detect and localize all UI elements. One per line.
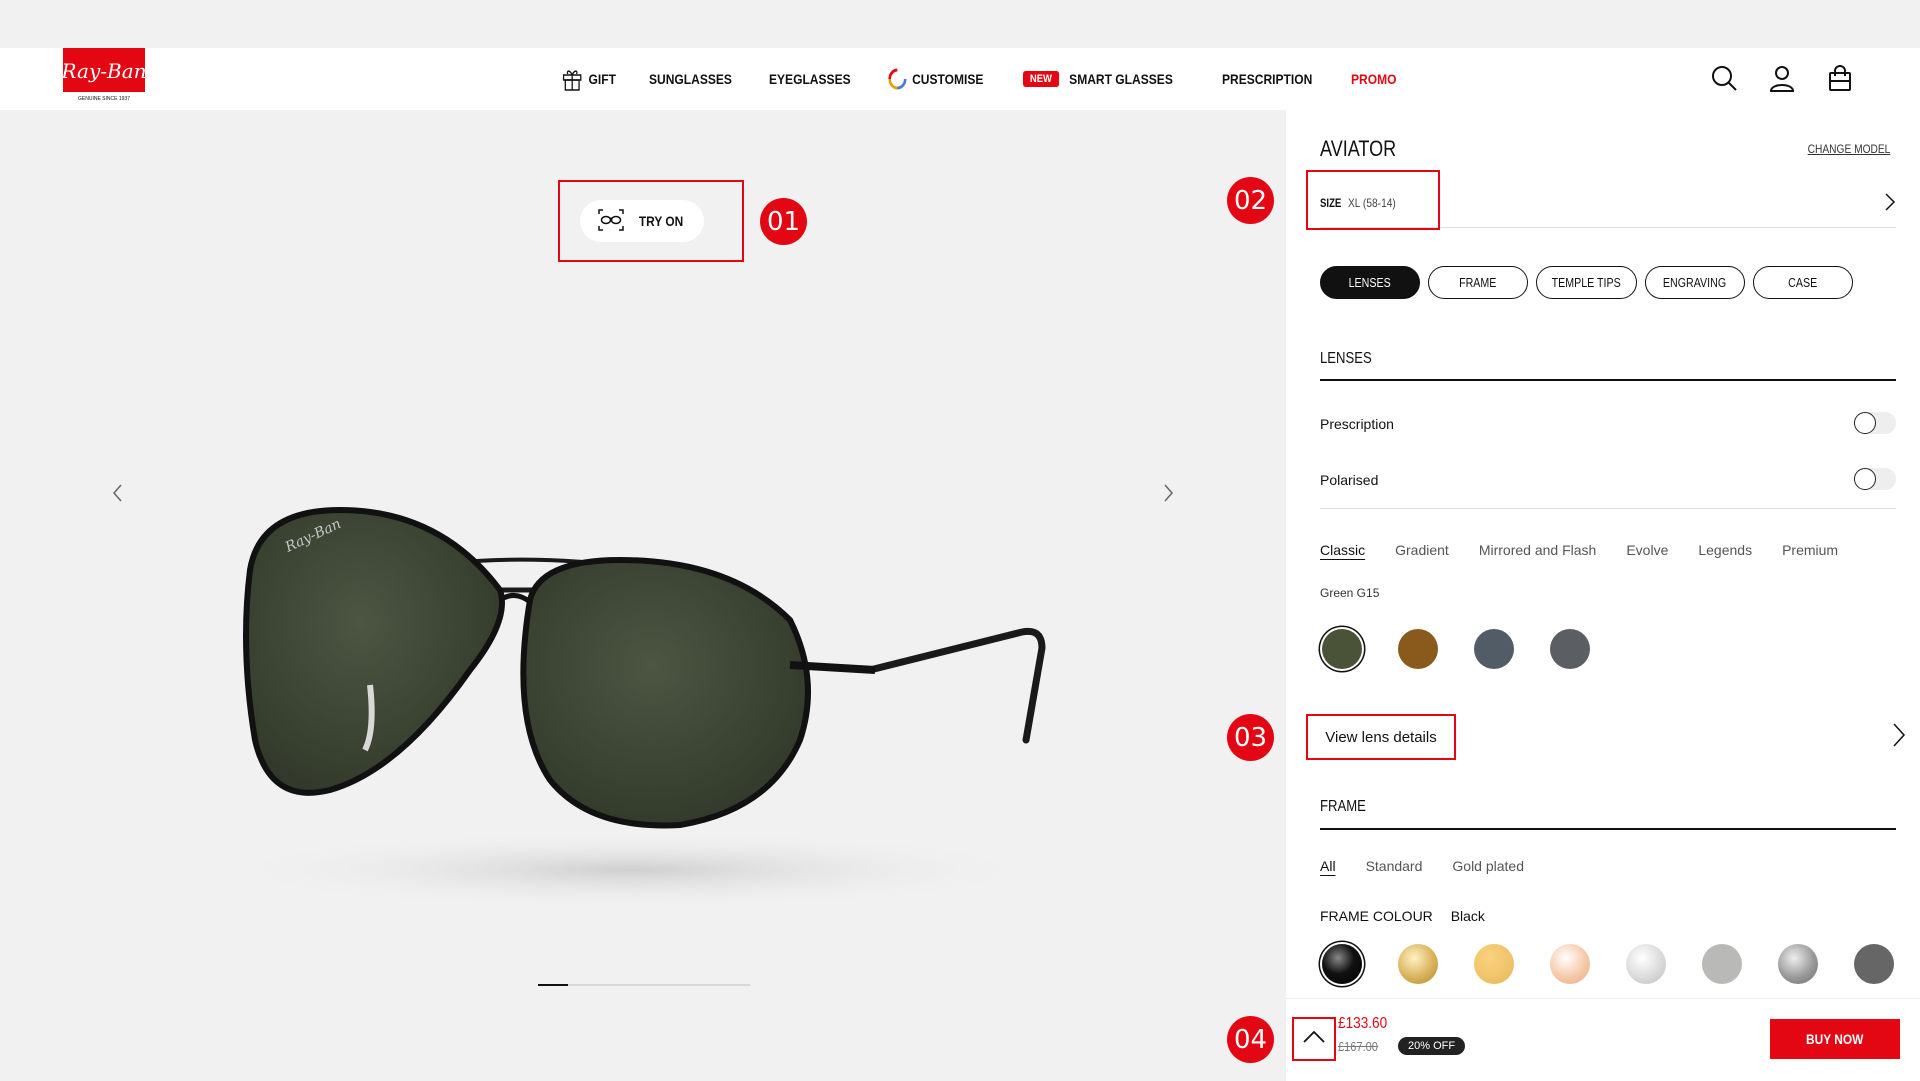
frame-swatch[interactable] [1702,944,1742,984]
lens-filter-evolve[interactable]: Evolve [1626,542,1668,558]
try-on-label: TRY ON [638,213,684,229]
frame-filter-standard[interactable]: Standard [1366,858,1423,874]
try-on-button[interactable]: TRY ON [580,200,704,242]
nav-smart-glasses[interactable]: NEW SMART GLASSES [1023,71,1173,87]
frame-section-line [1320,828,1896,830]
buy-now-button[interactable]: BUY NOW [1770,1019,1900,1059]
polarised-label: Polarised [1320,472,1379,488]
view-lens-details-link[interactable]: View lens details [1306,714,1456,760]
nav-smart-glasses-label: SMART GLASSES [1069,71,1174,87]
bag-icon[interactable] [1826,64,1854,92]
change-model-link[interactable]: CHANGE MODEL [1807,142,1890,156]
chevron-up-icon [1302,1030,1326,1049]
lens-filter-gradient[interactable]: Gradient [1395,542,1449,558]
frame-swatch[interactable] [1626,944,1666,984]
image-pager[interactable] [538,984,750,986]
prescription-toggle[interactable] [1854,412,1896,434]
polarised-row: Polarised [1320,468,1896,490]
lens-filter-classic[interactable]: Classic [1320,542,1365,558]
lens-swatches [1322,629,1590,669]
nav-gift[interactable]: GIFT [561,66,616,92]
tab-temple-tips[interactable]: TEMPLE TIPS [1536,266,1637,299]
nav-gift-label: GIFT [588,71,616,87]
frame-filter-all[interactable]: All [1320,858,1336,874]
frame-swatches [1322,944,1894,984]
selected-lens-name: Green G15 [1320,586,1380,600]
nav-eyeglasses[interactable]: EYEGLASSES [769,71,851,87]
expand-up-button[interactable] [1292,1017,1336,1061]
nav-sunglasses[interactable]: SUNGLASSES [649,71,732,87]
frame-colour: FRAME COLOUR Black [1320,908,1485,924]
lens-type-filters: Classic Gradient Mirrored and Flash Evol… [1320,542,1838,558]
nav-customise[interactable]: CUSTOMISE [888,68,984,90]
lens-filter-mirrored[interactable]: Mirrored and Flash [1479,542,1597,558]
nav-customise-label: CUSTOMISE [912,71,984,87]
marker-02: 02 [1227,177,1274,224]
lens-filter-legends[interactable]: Legends [1698,542,1752,558]
product-image: Ray-Ban [210,450,1070,935]
marker-03: 03 [1227,714,1274,761]
prescription-label: Prescription [1320,416,1394,432]
try-on-highlight: TRY ON [558,180,744,262]
lens-swatch[interactable] [1550,629,1590,669]
frame-section-title: FRAME [1320,798,1366,815]
account-icon[interactable] [1768,64,1796,92]
current-price: £133.60 [1338,1015,1388,1032]
size-value: XL (58-14) [1348,196,1396,210]
gift-icon [561,66,583,92]
tab-lenses[interactable]: LENSES [1320,266,1420,299]
product-gallery: TRY ON 01 Ray-Ban [0,110,1286,1081]
frame-type-filters: All Standard Gold plated [1320,858,1524,874]
main-nav: GIFT SUNGLASSES EYEGLASSES CUSTOMISE NEW… [561,66,1399,92]
lenses-section-line [1320,379,1896,381]
prev-image-arrow[interactable] [110,482,126,509]
config-tabs: LENSES FRAME TEMPLE TIPS ENGRAVING CASE [1320,266,1853,299]
tab-frame[interactable]: FRAME [1428,266,1528,299]
lenses-section-title: LENSES [1320,350,1372,367]
size-label: SIZE [1320,196,1342,210]
prescription-row: Prescription [1320,412,1896,434]
svg-text:Ray-Ban: Ray-Ban [63,59,145,83]
polarised-toggle[interactable] [1854,468,1896,490]
nav-promo[interactable]: PROMO [1351,71,1396,87]
lenses-divider [1320,508,1896,509]
next-image-arrow[interactable] [1160,482,1176,509]
frame-colour-label: FRAME COLOUR [1320,908,1433,924]
header-actions [1710,64,1854,92]
tab-engraving[interactable]: ENGRAVING [1645,266,1745,299]
configurator-panel: AVIATOR CHANGE MODEL 02 SIZE XL (58-14) … [1227,110,1920,1081]
purchase-bar: £133.60 £167.00 20% OFF BUY NOW [1286,998,1920,1081]
frame-colour-value: Black [1450,908,1485,924]
site-header: Ray-Ban GENUINE SINCE 1937 GIFT SUNGLASS… [0,48,1920,110]
customise-icon [888,68,907,90]
buy-now-label: BUY NOW [1806,1031,1864,1047]
lens-filter-premium[interactable]: Premium [1782,542,1838,558]
new-badge: NEW [1023,71,1060,87]
frame-swatch[interactable] [1322,944,1362,984]
search-icon[interactable] [1710,64,1738,92]
model-title: AVIATOR [1320,136,1397,161]
frame-filter-gold-plated[interactable]: Gold plated [1452,858,1524,874]
frame-swatch[interactable] [1398,944,1438,984]
tab-case[interactable]: CASE [1753,266,1853,299]
frame-swatch[interactable] [1550,944,1590,984]
lens-swatch[interactable] [1474,629,1514,669]
chevron-right-icon [1884,192,1896,217]
frame-swatch[interactable] [1474,944,1514,984]
face-scan-icon [597,208,625,235]
chevron-right-icon[interactable] [1892,722,1906,753]
marker-04: 04 [1227,1016,1274,1063]
frame-swatch[interactable] [1854,944,1894,984]
frame-swatch[interactable] [1778,944,1818,984]
lens-swatch[interactable] [1322,629,1362,669]
pager-active-indicator [538,984,568,986]
original-price: £167.00 [1338,1039,1378,1054]
discount-badge: 20% OFF [1398,1037,1466,1055]
nav-prescription[interactable]: PRESCRIPTION [1222,71,1312,87]
lens-swatch[interactable] [1398,629,1438,669]
marker-01: 01 [760,198,807,245]
rayban-logo[interactable]: Ray-Ban GENUINE SINCE 1937 [61,48,147,102]
size-selector[interactable]: SIZE XL (58-14) [1306,170,1896,230]
svg-text:GENUINE SINCE 1937: GENUINE SINCE 1937 [78,96,130,102]
